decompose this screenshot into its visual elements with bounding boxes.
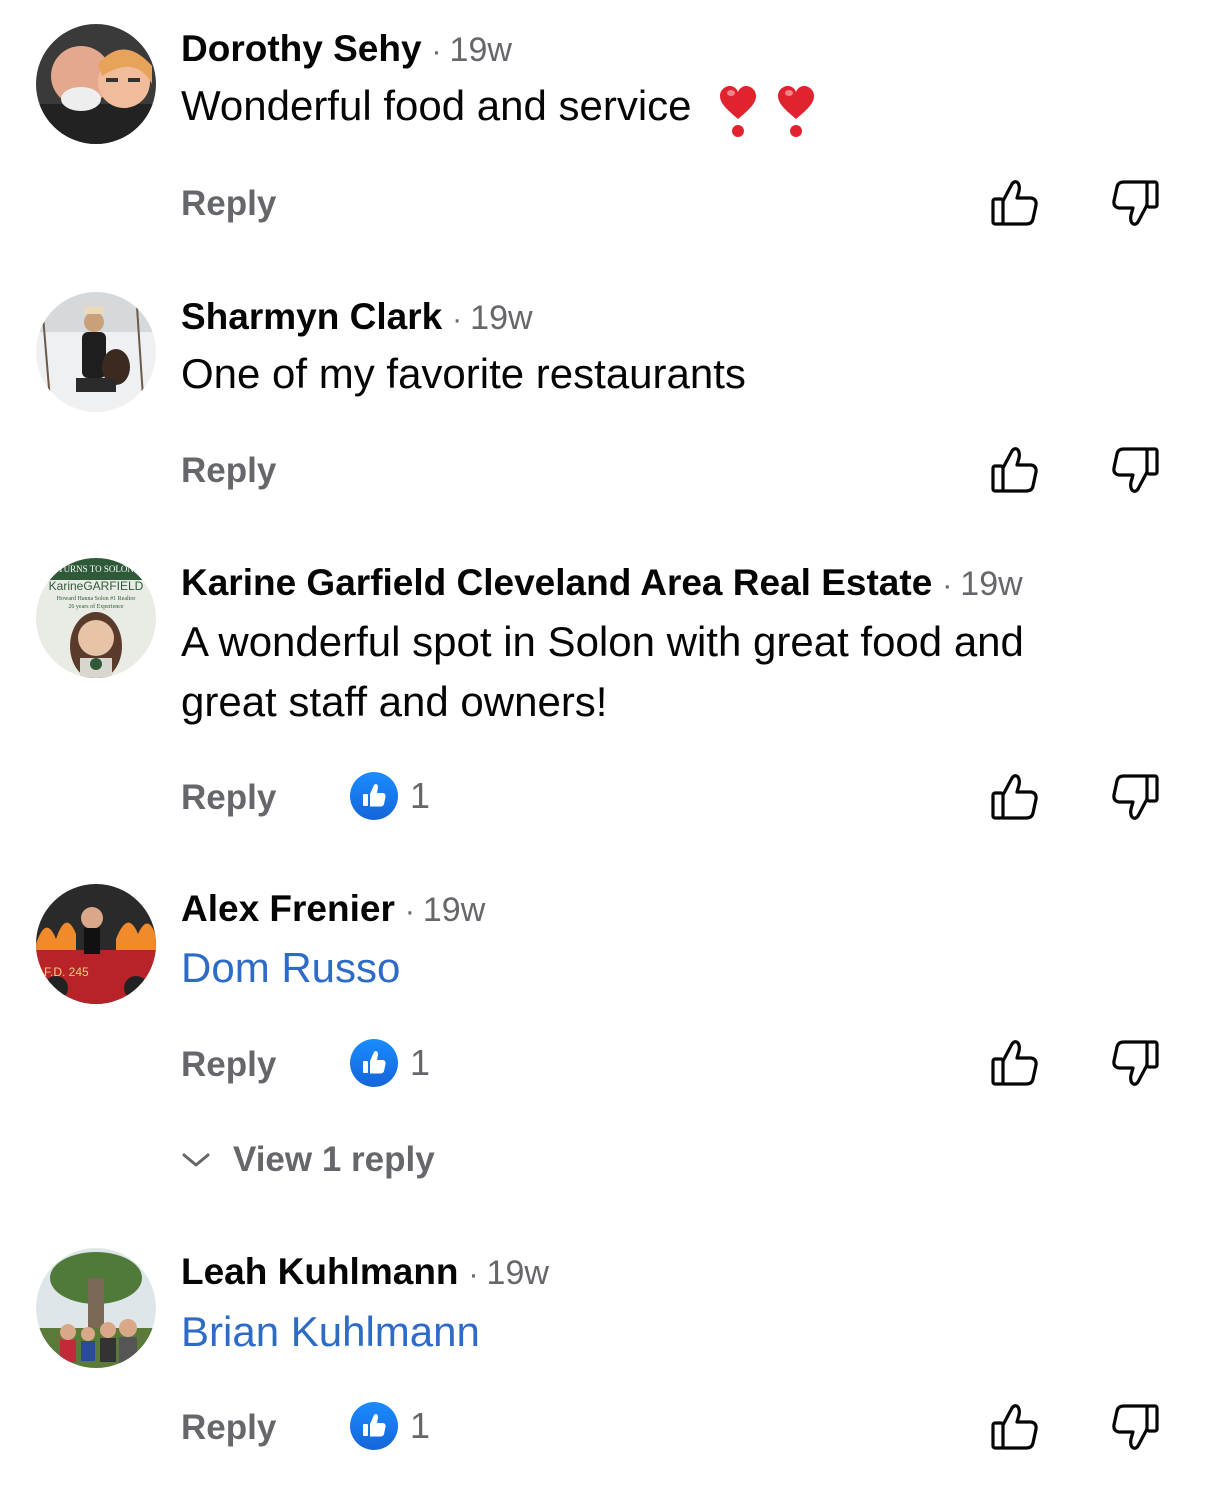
avatar-text-line2: KarineGARFIELD	[49, 579, 144, 593]
avatar-text: F.D. 245	[44, 965, 89, 979]
thumbs-down-icon[interactable]	[1110, 1038, 1160, 1088]
reply-button[interactable]: Reply	[181, 780, 276, 815]
avatar[interactable]: F.D. 245	[36, 884, 156, 1004]
separator-dot: ·	[431, 35, 442, 68]
reply-button[interactable]: Reply	[181, 453, 276, 488]
comment-header: Dorothy Sehy · 19w	[181, 30, 512, 67]
reaction-count: 1	[410, 1042, 431, 1083]
comment-item: F.D. 245 Alex Frenier · 19w Dom Russo Repl…	[0, 860, 1206, 1220]
heart-exclamation-icon	[777, 85, 814, 137]
separator-dot: ·	[942, 569, 953, 602]
thumbs-down-icon[interactable]	[1110, 445, 1160, 495]
thumbs-down-icon[interactable]	[1110, 1402, 1160, 1452]
comment-item: Dorothy Sehy · 19w Wonderful food and serv…	[0, 0, 1206, 260]
comment-text: Wonderful food and service	[181, 82, 692, 129]
thumbs-down-icon[interactable]	[1110, 178, 1160, 228]
avatar-text-line1: TURNS TO SOLON	[58, 564, 134, 574]
timestamp[interactable]: 19w	[423, 891, 485, 929]
avatar-text-line4: 26 years of Experience	[68, 603, 123, 610]
timestamp[interactable]: 19w	[960, 565, 1022, 603]
reply-button[interactable]: Reply	[181, 1410, 276, 1445]
reaction-count: 1	[410, 775, 431, 816]
comment-header: Sharmyn Clark · 19w	[181, 298, 533, 335]
author-name[interactable]: Alex Frenier	[181, 888, 395, 929]
thumbs-down-icon[interactable]	[1110, 772, 1160, 822]
comment-text: One of my favorite restaurants	[181, 350, 746, 397]
view-replies-label: View 1 reply	[233, 1140, 435, 1179]
avatar[interactable]	[36, 24, 156, 144]
separator-dot: ·	[452, 303, 463, 336]
reaction-count: 1	[410, 1405, 431, 1446]
avatar[interactable]	[36, 292, 156, 412]
mention-link[interactable]: Brian Kuhlmann	[181, 1302, 480, 1362]
thumbs-up-icon[interactable]	[990, 178, 1040, 228]
reply-button[interactable]: Reply	[181, 186, 276, 221]
thumbs-up-icon[interactable]	[990, 1402, 1040, 1452]
reaction-summary[interactable]: 1	[350, 1039, 430, 1087]
reaction-summary[interactable]: 1	[350, 1402, 430, 1450]
comment-text-line2: great staff and owners!	[181, 678, 608, 725]
author-name[interactable]: Karine Garfield Cleveland Area Real Esta…	[181, 562, 932, 603]
thumbs-up-icon[interactable]	[990, 1038, 1040, 1088]
comment-header: Karine Garfield Cleveland Area Real Esta…	[181, 564, 1023, 601]
timestamp[interactable]: 19w	[470, 299, 532, 337]
author-name[interactable]: Dorothy Sehy	[181, 28, 422, 69]
heart-exclamation-icon	[719, 85, 756, 137]
comment-item: Sharmyn Clark · 19w One of my favorite res…	[0, 260, 1206, 530]
like-reaction-icon	[350, 1402, 398, 1450]
thumbs-up-icon[interactable]	[990, 772, 1040, 822]
avatar[interactable]: TURNS TO SOLON KarineGARFIELD Howard Han…	[36, 558, 156, 678]
like-reaction-icon	[350, 1039, 398, 1087]
chevron-down-icon	[182, 1153, 210, 1166]
emoji-group	[718, 79, 834, 139]
avatar-text-line3: Howard Hanna Solon #1 Realtor	[57, 596, 136, 602]
separator-dot: ·	[404, 895, 415, 928]
timestamp[interactable]: 19w	[487, 1254, 549, 1292]
timestamp[interactable]: 19w	[450, 31, 512, 69]
like-reaction-icon	[350, 772, 398, 820]
comment-item: TURNS TO SOLON KarineGARFIELD Howard Han…	[0, 530, 1206, 860]
mention-link[interactable]: Dom Russo	[181, 938, 400, 998]
separator-dot: ·	[468, 1258, 479, 1291]
view-replies-button[interactable]: View 1 reply	[181, 1142, 435, 1177]
avatar[interactable]	[36, 1248, 156, 1368]
author-name[interactable]: Sharmyn Clark	[181, 296, 442, 337]
reaction-summary[interactable]: 1	[350, 772, 430, 820]
comment-header: Alex Frenier · 19w	[181, 890, 485, 927]
comment-text-line1: A wonderful spot in Solon with great foo…	[181, 618, 1024, 665]
reply-button[interactable]: Reply	[181, 1047, 276, 1082]
author-name[interactable]: Leah Kuhlmann	[181, 1251, 459, 1292]
thumbs-up-icon[interactable]	[990, 445, 1040, 495]
comment-header: Leah Kuhlmann · 19w	[181, 1253, 549, 1290]
comment-text-row: Wonderful food and service	[181, 76, 834, 139]
comment-item: Leah Kuhlmann · 19w Brian Kuhlmann Reply 1	[0, 1220, 1206, 1487]
